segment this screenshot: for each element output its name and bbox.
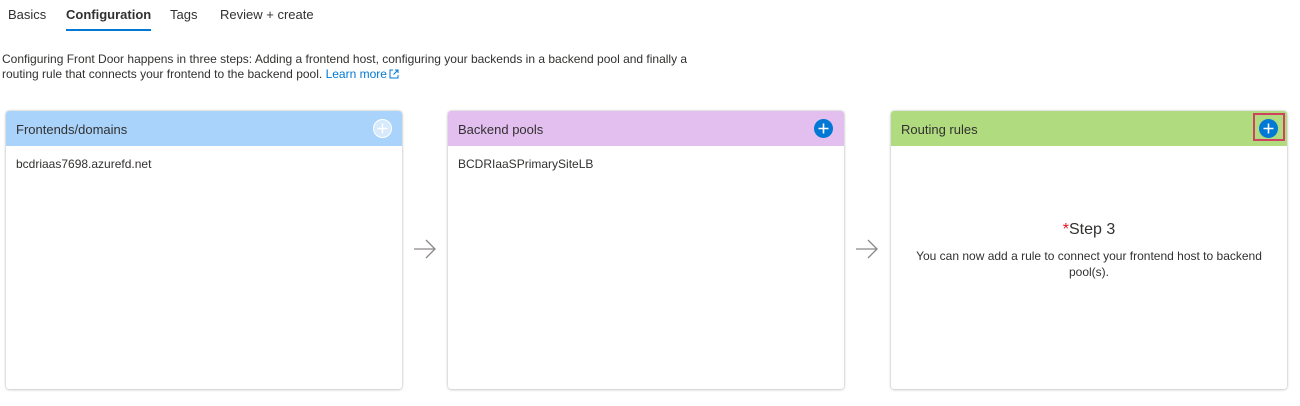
tab-tags[interactable]: Tags	[170, 7, 197, 29]
plus-circle-icon	[1259, 119, 1278, 138]
routing-rules-card: Routing rules *Step 3 You can now add a …	[891, 111, 1287, 389]
backend-pool-item[interactable]: BCDRIaaSPrimarySiteLB	[458, 157, 593, 171]
tab-review-create[interactable]: Review + create	[220, 7, 314, 29]
step-heading: *Step 3	[891, 221, 1287, 239]
frontend-host-item[interactable]: bcdriaas7698.azurefd.net	[16, 157, 151, 171]
frontends-card-title: Frontends/domains	[16, 122, 128, 137]
add-backend-pool-button[interactable]	[814, 119, 833, 138]
routing-rules-card-title: Routing rules	[901, 122, 978, 137]
backend-pools-card-header: Backend pools	[448, 111, 844, 146]
arrow-right-icon	[856, 239, 878, 259]
configuration-description: Configuring Front Door happens in three …	[2, 52, 702, 82]
tab-bar: Basics Configuration Tags Review + creat…	[0, 0, 1300, 34]
backend-pools-card: Backend pools BCDRIaaSPrimarySiteLB	[448, 111, 844, 389]
plus-circle-icon	[814, 119, 833, 138]
arrow-right-icon	[414, 239, 436, 259]
add-frontend-button[interactable]	[373, 119, 392, 138]
frontends-card-header: Frontends/domains	[6, 111, 402, 146]
backend-pools-card-title: Backend pools	[458, 122, 544, 137]
tab-configuration[interactable]: Configuration	[66, 7, 152, 31]
frontends-card: Frontends/domains bcdriaas7698.azurefd.n…	[6, 111, 402, 389]
external-link-icon	[389, 69, 399, 79]
routing-rules-card-header: Routing rules	[891, 111, 1287, 146]
plus-circle-icon	[373, 119, 392, 138]
add-routing-rule-button[interactable]	[1259, 119, 1278, 138]
tab-basics[interactable]: Basics	[8, 7, 46, 29]
learn-more-link[interactable]: Learn more	[326, 67, 399, 81]
step-instructions: You can now add a rule to connect your f…	[916, 249, 1262, 279]
step-title: Step 3	[1068, 221, 1116, 238]
